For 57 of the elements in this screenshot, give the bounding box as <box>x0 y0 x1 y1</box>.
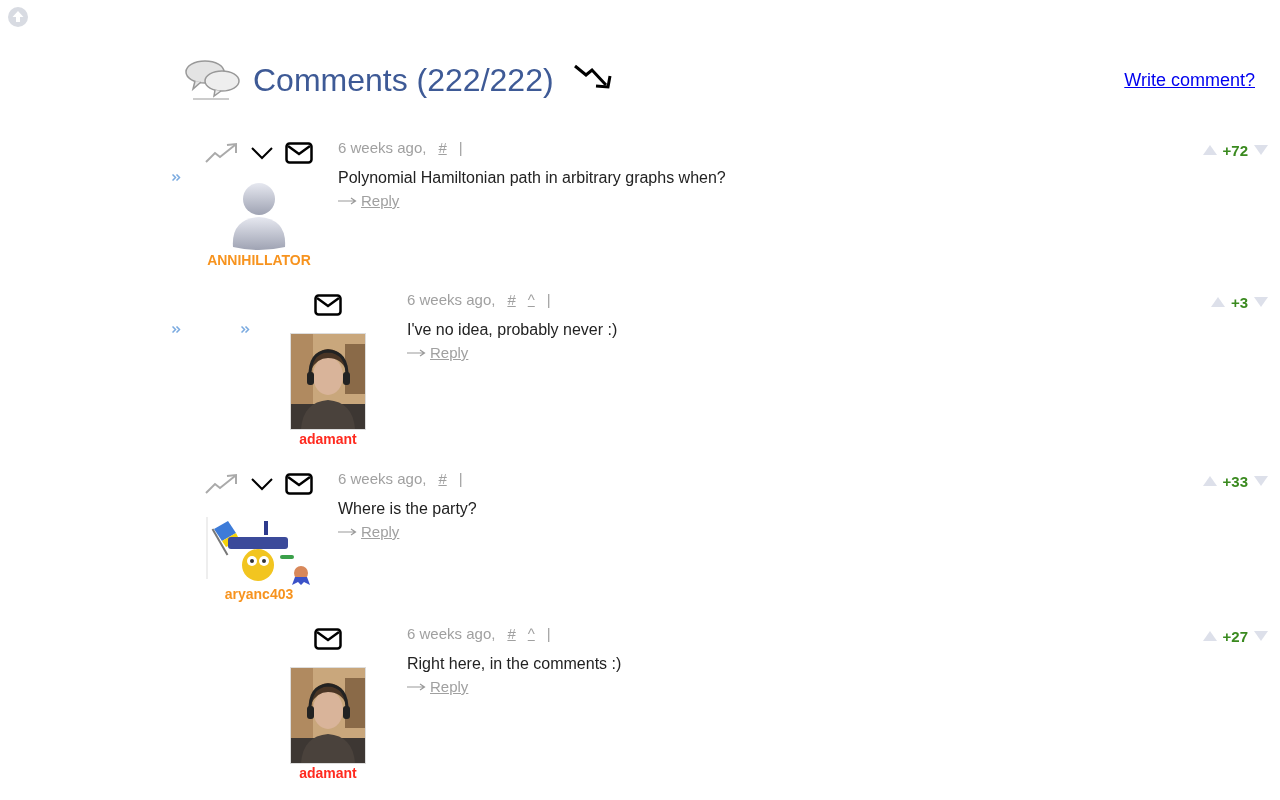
permalink[interactable]: # <box>438 136 447 160</box>
vote-up-icon[interactable] <box>1202 145 1217 155</box>
speech-bubbles-icon <box>185 59 241 101</box>
comment-time: 6 weeks ago, <box>338 137 427 158</box>
trend-up-icon[interactable] <box>205 473 239 495</box>
upload-icon[interactable] <box>7 6 29 28</box>
permalink[interactable]: # <box>438 467 447 491</box>
comment-time: 6 weeks ago, <box>407 623 496 644</box>
chevron-down-icon[interactable] <box>251 477 273 491</box>
vote-up-icon[interactable] <box>1202 631 1217 641</box>
vote-down-icon[interactable] <box>1254 297 1268 307</box>
vote-score: +33 <box>1222 472 1248 492</box>
arrow-right-icon <box>407 683 426 692</box>
chevron-down-icon[interactable] <box>251 146 273 160</box>
reply-link[interactable]: Reply <box>361 190 400 213</box>
permalink[interactable]: # <box>507 622 516 646</box>
parent-link[interactable]: ^ <box>527 288 535 312</box>
vote-score: +3 <box>1230 293 1248 313</box>
username[interactable]: adamant <box>299 431 357 447</box>
arrow-right-icon <box>338 528 357 537</box>
double-chevron-icon <box>172 174 181 181</box>
username[interactable]: aryanc403 <box>224 586 294 602</box>
separator: | <box>458 468 463 489</box>
envelope-icon[interactable] <box>285 142 313 164</box>
separator: | <box>458 137 463 158</box>
envelope-icon[interactable] <box>314 628 342 650</box>
comment-time: 6 weeks ago, <box>407 289 496 310</box>
comments-title: Comments (222/222) <box>253 61 554 100</box>
comment-time: 6 weeks ago, <box>338 468 427 489</box>
comment-text: Right here, in the comments :) <box>407 654 623 674</box>
reply-link[interactable]: Reply <box>361 521 400 544</box>
comment-text: Polynomial Hamiltonian path in arbitrary graphs when? <box>338 168 727 188</box>
reply-link[interactable]: Reply <box>430 676 469 699</box>
double-chevron-icon <box>172 326 181 333</box>
arrow-right-icon <box>338 197 357 206</box>
double-chevron-icon <box>241 326 250 333</box>
envelope-icon[interactable] <box>314 294 342 316</box>
parent-link[interactable]: ^ <box>527 622 535 646</box>
comment-text: I've no idea, probably never :) <box>407 320 619 340</box>
vote-down-icon[interactable] <box>1254 476 1268 486</box>
reply-link[interactable]: Reply <box>430 342 469 365</box>
comment-text: Where is the party? <box>338 499 478 519</box>
username[interactable]: ANNIHILLATOR <box>207 252 311 268</box>
trend-up-icon[interactable] <box>205 142 239 164</box>
vote-score: +27 <box>1222 627 1248 647</box>
vote-down-icon[interactable] <box>1254 145 1268 155</box>
write-comment-link[interactable]: Write comment? <box>1124 66 1255 94</box>
separator: | <box>546 289 551 310</box>
vote-up-icon[interactable] <box>1210 297 1225 307</box>
username[interactable]: adamant <box>299 765 357 781</box>
separator: | <box>546 623 551 644</box>
vote-down-icon[interactable] <box>1254 631 1268 641</box>
envelope-icon[interactable] <box>285 473 313 495</box>
vote-up-icon[interactable] <box>1202 476 1217 486</box>
permalink[interactable]: # <box>507 288 516 312</box>
vote-score: +72 <box>1222 141 1248 161</box>
arrow-right-icon <box>407 349 426 358</box>
